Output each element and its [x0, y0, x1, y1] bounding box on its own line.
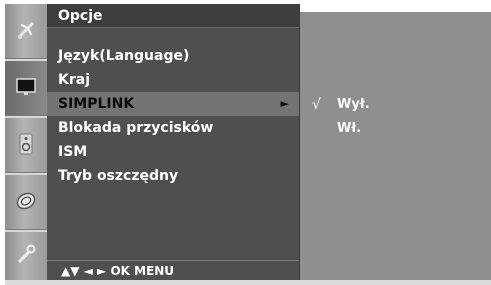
menu-item-power-saving[interactable]: Tryb oszczędny [47, 164, 299, 188]
options-menu-panel: Opcje Język(Language) Kraj SIMPLINK ► Bl… [47, 4, 300, 280]
category-audio[interactable] [5, 118, 47, 175]
navigation-hint: ▲▼ ◄ ► OK MENU [47, 260, 299, 280]
menu-item-label: Tryb oszczędny [58, 168, 179, 184]
menu-item-simplink[interactable]: SIMPLINK ► [47, 92, 299, 116]
submenu-item-off[interactable]: √ Wył. [300, 94, 491, 116]
category-time[interactable] [5, 175, 47, 232]
category-setup[interactable] [5, 4, 47, 61]
menu-title: Opcje [47, 4, 299, 28]
menu-item-ism[interactable]: ISM [47, 140, 299, 164]
category-option[interactable] [5, 232, 47, 280]
clock-icon [15, 190, 37, 216]
satellite-dish-icon [15, 19, 37, 45]
submenu-arrow-icon: ► [280, 97, 289, 110]
checkmark-icon: √ [312, 97, 321, 113]
submenu-item-on[interactable]: Wł. [300, 118, 491, 140]
submenu-item-label: Wył. [337, 97, 370, 112]
menu-item-country[interactable]: Kraj [47, 68, 299, 92]
bottom-band [5, 280, 491, 285]
menu-item-label: ISM [58, 144, 88, 160]
category-picture[interactable] [5, 61, 47, 118]
menu-item-label: Kraj [58, 72, 90, 88]
option-wrench-icon [15, 243, 37, 269]
menu-category-strip [5, 4, 48, 280]
menu-item-label: Blokada przycisków [58, 120, 214, 136]
osd-menu: Opcje Język(Language) Kraj SIMPLINK ► Bl… [5, 4, 491, 285]
menu-item-key-lock[interactable]: Blokada przycisków [47, 116, 299, 140]
menu-item-label: Język(Language) [58, 48, 190, 64]
menu-item-label: SIMPLINK [58, 96, 135, 112]
speaker-icon [18, 133, 34, 159]
menu-item-language[interactable]: Język(Language) [47, 44, 299, 68]
submenu-item-label: Wł. [337, 121, 362, 136]
simplink-submenu-panel: √ Wył. Wł. [300, 12, 491, 280]
screen-icon [15, 77, 37, 101]
